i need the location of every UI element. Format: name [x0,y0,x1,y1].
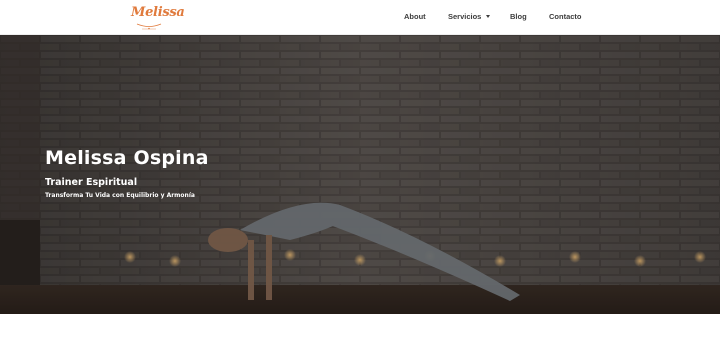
nav-servicios[interactable]: Servicios [448,11,491,23]
nav-blog[interactable]: Blog [510,11,527,23]
hero-background-image [0,35,720,314]
content-area [0,314,720,342]
site-logo[interactable]: Melissa [131,2,185,32]
caret-down-icon [486,14,491,18]
nav-servicios-label: Servicios [448,12,482,21]
hero-tagline: Transforma Tu Vida con Equilibrio y Armo… [45,192,195,199]
hero-section: Melissa Ospina Trainer Espiritual Transf… [0,35,720,314]
logo-text: Melissa [131,5,185,20]
hero-subtitle: Trainer Espiritual [45,177,138,188]
hero-title: Melissa Ospina [45,147,209,169]
nav-about[interactable]: About [404,11,426,23]
site-header: Melissa About Servicios Blog Contacto [0,0,720,35]
nav-contacto[interactable]: Contacto [549,11,582,23]
